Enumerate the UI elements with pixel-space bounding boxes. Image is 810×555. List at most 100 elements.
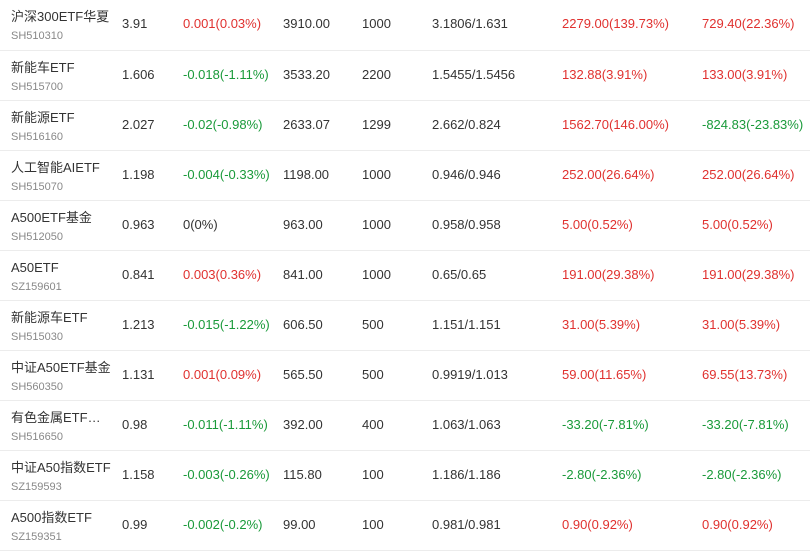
fund-name: 新能源ETF	[11, 110, 75, 125]
table-row[interactable]: 沪深300ETF华夏 SH510310 3.91 0.001(0.03%) 39…	[0, 0, 810, 51]
cost-price: 1.063/1.063	[432, 417, 501, 432]
price-change: 0.001(0.03%)	[183, 16, 262, 31]
table-row[interactable]: A500ETF基金 SH512050 0.963 0(0%) 963.00 10…	[0, 201, 810, 251]
price-change: 0.001(0.09%)	[183, 367, 262, 382]
fund-code: SH515030	[11, 331, 63, 343]
fund-name: 中证A50ETF基金	[11, 360, 111, 375]
holding-quantity: 500	[362, 317, 384, 332]
price-change: -0.018(-1.11%)	[183, 67, 269, 82]
fund-code: SZ159593	[11, 481, 62, 493]
table-row[interactable]: 新能源车ETF SH515030 1.213 -0.015(-1.22%) 60…	[0, 301, 810, 351]
table-row[interactable]: A500指数ETF SZ159351 0.99 -0.002(-0.2%) 99…	[0, 501, 810, 551]
market-value: 1198.00	[283, 167, 330, 182]
holding-quantity: 400	[362, 417, 384, 432]
current-price: 0.841	[122, 267, 155, 282]
market-value: 99.00	[283, 517, 316, 532]
market-value: 565.50	[283, 367, 323, 382]
profit-loss: 59.00(11.65%)	[562, 367, 647, 382]
holding-quantity: 1000	[362, 167, 391, 182]
price-change: -0.015(-1.22%)	[183, 317, 270, 332]
profit-loss: -33.20(-7.81%)	[562, 417, 649, 432]
cost-price: 0.65/0.65	[432, 267, 487, 282]
fund-code: SH516650	[11, 431, 63, 443]
current-price: 1.198	[122, 167, 155, 182]
holding-quantity: 100	[362, 517, 384, 532]
price-change: -0.011(-1.11%)	[183, 417, 268, 432]
profit-loss: 0.90(0.92%)	[562, 517, 633, 532]
cost-price: 0.9919/1.013	[432, 367, 508, 382]
fund-name: 新能源车ETF	[11, 310, 88, 325]
position-profit-loss: 191.00(29.38%)	[702, 267, 795, 282]
fund-code: SH560350	[11, 381, 63, 393]
position-profit-loss: -33.20(-7.81%)	[702, 417, 789, 432]
position-profit-loss: 5.00(0.52%)	[702, 217, 773, 232]
fund-name: A500指数ETF	[11, 510, 92, 525]
table-row[interactable]: 新能源ETF SH516160 2.027 -0.02(-0.98%) 2633…	[0, 101, 810, 151]
current-price: 1.606	[122, 67, 155, 82]
profit-loss: 132.88(3.91%)	[562, 67, 648, 82]
fund-name: 新能车ETF	[11, 60, 75, 75]
price-change: -0.004(-0.33%)	[183, 167, 270, 182]
table-row[interactable]: 有色金属ETF基金 SH516650 0.98 -0.011(-1.11%) 3…	[0, 401, 810, 451]
profit-loss: 5.00(0.52%)	[562, 217, 633, 232]
position-profit-loss: -824.83(-23.83%)	[702, 117, 804, 132]
position-profit-loss: 69.55(13.73%)	[702, 367, 788, 382]
current-price: 3.91	[122, 16, 148, 31]
fund-code: SH512050	[11, 231, 63, 243]
cost-price: 3.1806/1.631	[432, 16, 508, 31]
market-value: 392.00	[283, 417, 323, 432]
holding-quantity: 500	[362, 367, 384, 382]
holding-quantity: 2200	[362, 67, 391, 82]
fund-code: SZ159601	[11, 281, 62, 293]
profit-loss: 31.00(5.39%)	[562, 317, 641, 332]
fund-name: A50ETF	[11, 260, 59, 275]
cost-price: 1.151/1.151	[432, 317, 501, 332]
holding-quantity: 1299	[362, 117, 391, 132]
current-price: 1.131	[122, 367, 155, 382]
holding-quantity: 100	[362, 467, 384, 482]
fund-name: 中证A50指数ETF	[11, 460, 111, 475]
current-price: 1.158	[122, 467, 155, 482]
market-value: 3533.20	[283, 67, 330, 82]
price-change: -0.02(-0.98%)	[183, 117, 263, 132]
position-profit-loss: 729.40(22.36%)	[702, 16, 795, 31]
fund-name: 人工智能AIETF	[11, 160, 100, 175]
holding-quantity: 1000	[362, 267, 391, 282]
position-profit-loss: 31.00(5.39%)	[702, 317, 781, 332]
market-value: 115.80	[283, 467, 322, 482]
current-price: 2.027	[122, 117, 155, 132]
fund-code: SZ159351	[11, 531, 62, 543]
fund-name: 沪深300ETF华夏	[11, 9, 110, 24]
cost-price: 0.981/0.981	[432, 517, 501, 532]
profit-loss: 191.00(29.38%)	[562, 267, 655, 282]
fund-code: SH510310	[11, 30, 63, 42]
position-profit-loss: 0.90(0.92%)	[702, 517, 773, 532]
fund-code: SH515700	[11, 81, 63, 93]
table-row[interactable]: 中证A50指数ETF SZ159593 1.158 -0.003(-0.26%)…	[0, 451, 810, 501]
price-change: -0.003(-0.26%)	[183, 467, 270, 482]
current-price: 0.99	[122, 517, 148, 532]
current-price: 0.98	[122, 417, 148, 432]
price-change: -0.002(-0.2%)	[183, 517, 263, 532]
market-value: 963.00	[283, 217, 323, 232]
position-profit-loss: 252.00(26.64%)	[702, 167, 795, 182]
table-row[interactable]: 人工智能AIETF SH515070 1.198 -0.004(-0.33%) …	[0, 151, 810, 201]
market-value: 3910.00	[283, 16, 330, 31]
position-profit-loss: 133.00(3.91%)	[702, 67, 788, 82]
holdings-table: 沪深300ETF华夏 SH510310 3.91 0.001(0.03%) 39…	[0, 0, 810, 551]
holding-quantity: 1000	[362, 217, 391, 232]
current-price: 0.963	[122, 217, 155, 232]
market-value: 606.50	[283, 317, 323, 332]
cost-price: 1.5455/1.5456	[432, 67, 516, 82]
fund-code: SH516160	[11, 131, 63, 143]
table-row[interactable]: A50ETF SZ159601 0.841 0.003(0.36%) 841.0…	[0, 251, 810, 301]
table-row[interactable]: 中证A50ETF基金 SH560350 1.131 0.001(0.09%) 5…	[0, 351, 810, 401]
profit-loss: -2.80(-2.36%)	[562, 467, 642, 482]
profit-loss: 2279.00(139.73%)	[562, 16, 669, 31]
holding-quantity: 1000	[362, 16, 391, 31]
fund-name: A500ETF基金	[11, 210, 92, 225]
cost-price: 2.662/0.824	[432, 117, 501, 132]
position-profit-loss: -2.80(-2.36%)	[702, 467, 782, 482]
profit-loss: 1562.70(146.00%)	[562, 117, 669, 132]
table-row[interactable]: 新能车ETF SH515700 1.606 -0.018(-1.11%) 353…	[0, 51, 810, 101]
